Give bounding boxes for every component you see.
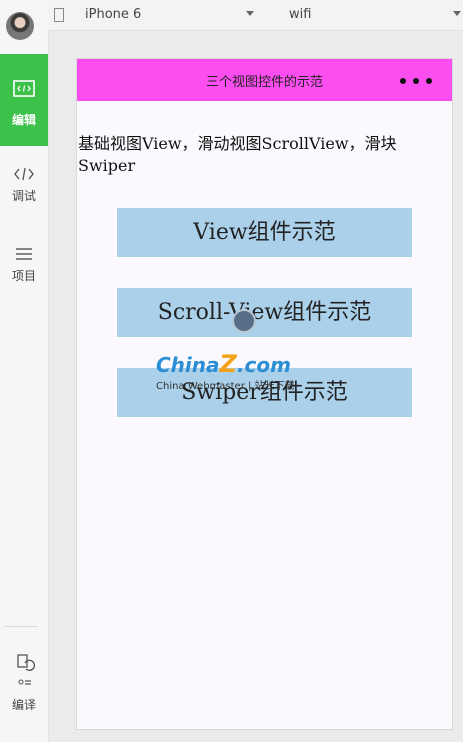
watermark-subtitle: China Webmaster | 站长下载 [156, 381, 295, 392]
view-demo-button[interactable]: View组件示范 [117, 208, 412, 257]
sidebar: 编辑 调试 项目 编译 [0, 0, 49, 742]
hamburger-icon [16, 248, 32, 260]
watermark-logo: ChinaZ.com [156, 350, 291, 378]
navigation-bar: 三个视图控件的示范 [77, 59, 452, 101]
sidebar-item-compile[interactable]: 编译 [0, 652, 48, 732]
avatar[interactable] [6, 12, 34, 40]
code-brackets-icon [14, 167, 34, 181]
page-title: 三个视图控件的示范 [205, 75, 323, 90]
sidebar-item-edit[interactable]: 编辑 [0, 54, 48, 146]
phone-simulator: 三个视图控件的示范 基础视图View，滑动视图ScrollView，滑块Swip… [76, 58, 453, 730]
device-frame-icon[interactable] [54, 8, 64, 22]
sidebar-divider [4, 626, 38, 627]
chevron-down-icon[interactable] [453, 11, 461, 16]
device-select[interactable]: iPhone 6 [85, 7, 141, 22]
code-window-icon [13, 80, 35, 97]
sidebar-item-label: 编辑 [11, 113, 36, 127]
more-icon[interactable] [400, 78, 434, 84]
intro-text: 基础视图View，滑动视图ScrollView，滑块Swiper [78, 134, 397, 175]
network-select[interactable]: wifi [289, 7, 311, 22]
sidebar-item-label: 项目 [11, 269, 36, 283]
device-toolbar: iPhone 6 wifi [48, 0, 463, 31]
chevron-down-icon[interactable] [246, 11, 254, 16]
touch-cursor-icon [232, 309, 256, 333]
compile-icon [17, 654, 35, 685]
sidebar-item-debug[interactable]: 调试 [0, 165, 48, 225]
scroll-view-demo-button[interactable]: Scroll-View组件示范 [117, 288, 412, 337]
sidebar-item-label: 编译 [11, 698, 36, 712]
sidebar-item-project[interactable]: 项目 [0, 245, 48, 305]
watermark: ChinaZ.com China Webmaster | 站长下载 [156, 350, 295, 392]
sidebar-item-label: 调试 [11, 189, 36, 203]
